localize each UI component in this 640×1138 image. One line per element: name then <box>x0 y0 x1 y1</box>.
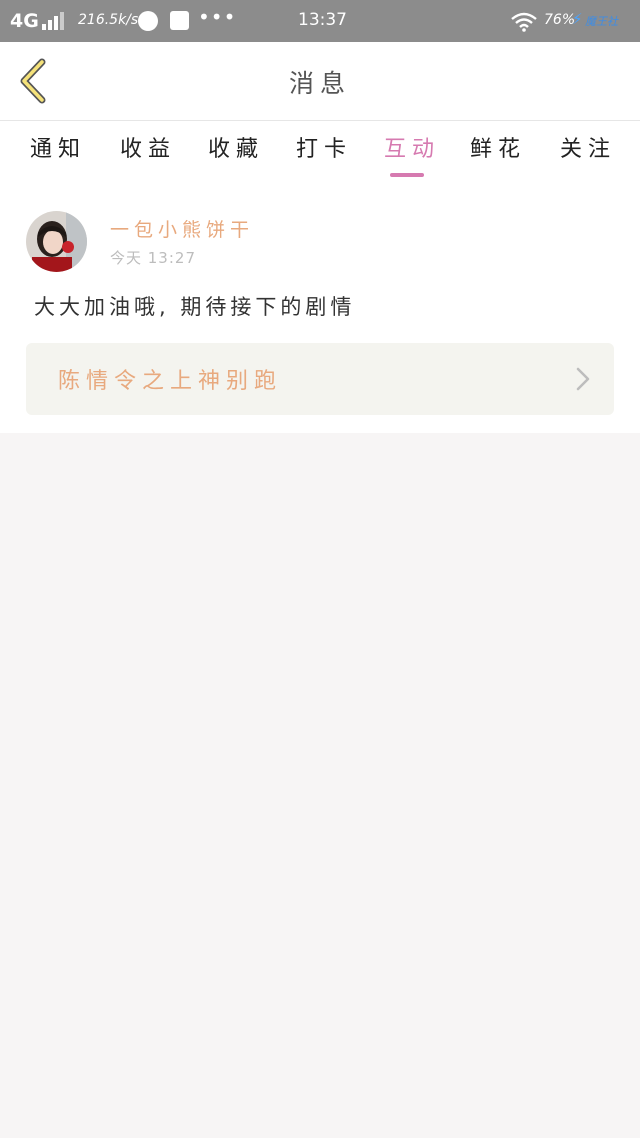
work-link-card[interactable]: 陈情令之上神别跑 <box>26 343 614 415</box>
browser-app-icon <box>138 11 158 31</box>
tab-favorites[interactable]: 收藏 <box>208 131 264 163</box>
charging-icon: ⚡ <box>572 10 583 28</box>
work-title: 陈情令之上神别跑 <box>58 369 283 394</box>
status-bar: 4G 216.5k/s ••• 13:37 76% ⚡ 魔王社 <box>0 0 640 42</box>
battery-level: 76% <box>544 12 576 28</box>
header: 消息 <box>0 42 640 120</box>
tab-notifications[interactable]: 通知 <box>30 131 86 163</box>
wifi-icon <box>511 12 537 32</box>
network-type: 4G <box>10 10 39 32</box>
comment-text: 大大加油哦, 期待接下的剧情 <box>34 295 356 319</box>
clock: 13:37 <box>298 10 347 30</box>
tab-earnings[interactable]: 收益 <box>120 131 176 163</box>
network-speed: 216.5k/s <box>78 12 139 28</box>
active-tab-indicator <box>390 173 424 177</box>
shopping-app-icon <box>170 11 189 30</box>
tab-interactions[interactable]: 互动 <box>384 131 440 163</box>
page-title: 消息 <box>288 69 351 98</box>
tab-bar: 通知 收益 收藏 打卡 互动 鲜花 关注 <box>0 121 640 179</box>
more-notifications-icon: ••• <box>198 5 237 29</box>
tab-following[interactable]: 关注 <box>560 131 616 163</box>
tab-checkin[interactable]: 打卡 <box>296 131 352 163</box>
message-timestamp: 今天 13:27 <box>110 249 196 267</box>
avatar[interactable] <box>26 211 87 272</box>
username-link[interactable]: 一包小熊饼干 <box>110 215 254 242</box>
tab-flowers[interactable]: 鲜花 <box>470 131 526 163</box>
message-card: 一包小熊饼干 今天 13:27 大大加油哦, 期待接下的剧情 陈情令之上神别跑 <box>0 179 640 433</box>
brand-logo: 魔王社 <box>585 15 618 28</box>
signal-icon <box>42 12 66 30</box>
chevron-right-icon <box>576 367 590 391</box>
